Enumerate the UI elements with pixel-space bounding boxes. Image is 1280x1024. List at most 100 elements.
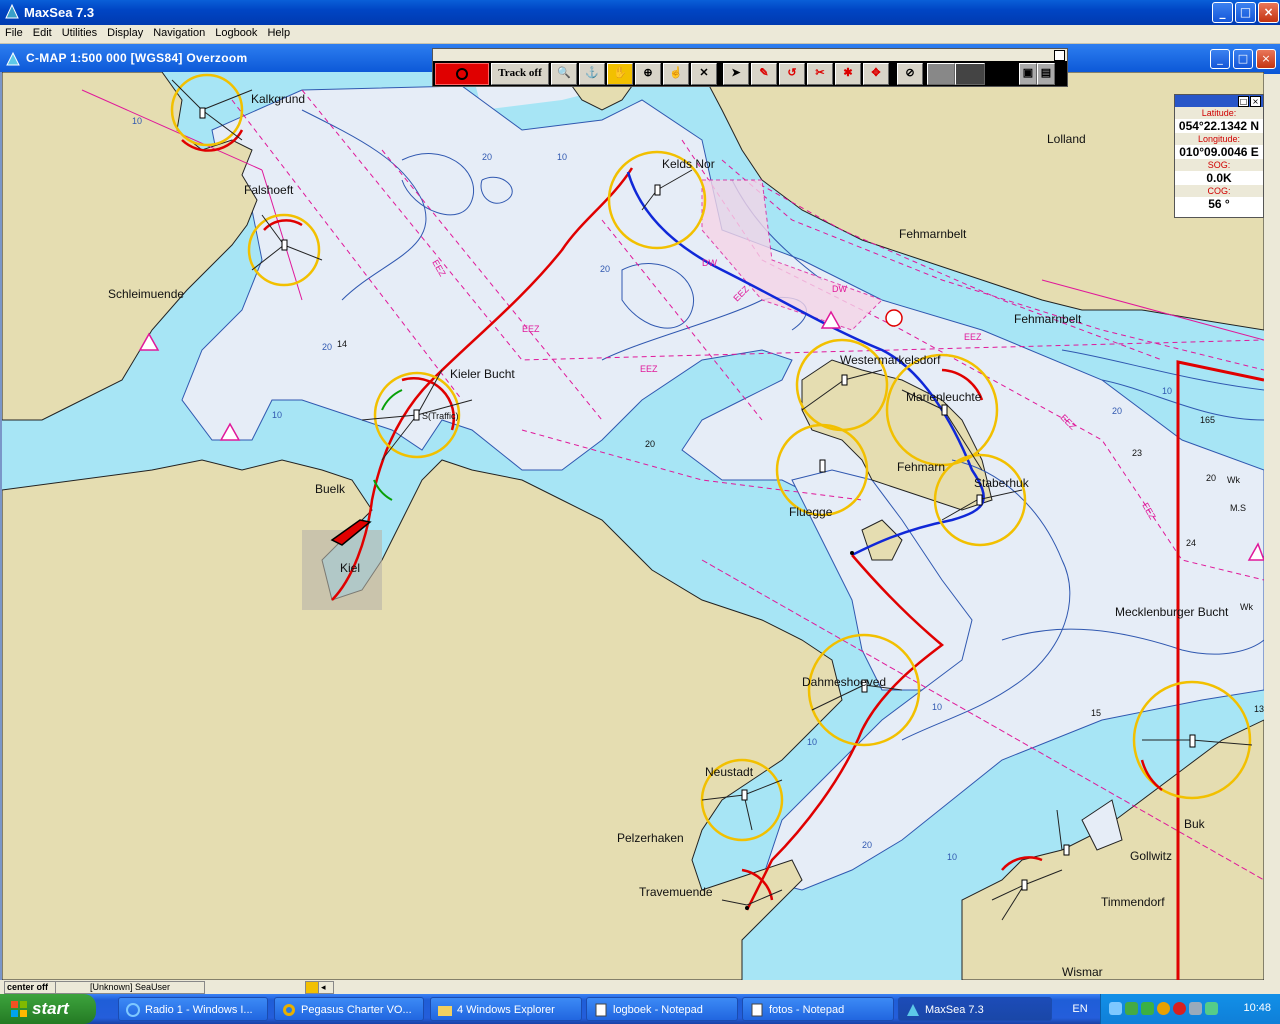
nautical-chart[interactable]: 10 20 10 20 10 20 10 20 10 10 20 10 EEZ EEZ EEZ E…	[0, 72, 1264, 980]
minimize-button[interactable]: _	[1212, 2, 1233, 23]
gps-close-icon[interactable]: ×	[1250, 96, 1261, 107]
label-schleimuende: Schleimuende	[108, 287, 185, 301]
circle-icon[interactable]: ⊘	[897, 63, 923, 85]
folder-icon	[438, 1006, 452, 1016]
depth-165: 165	[1200, 415, 1216, 425]
avast-icon[interactable]	[1157, 1002, 1170, 1015]
start-button[interactable]: start	[0, 994, 96, 1024]
status-bar: center off [Unknown] SeaUser ◂	[0, 980, 1280, 994]
pencil-icon[interactable]: ✎	[751, 63, 777, 85]
task-pegasus-label: Pegasus Charter VO...	[301, 1004, 412, 1016]
signal-icon[interactable]	[1125, 1002, 1138, 1015]
menu-display[interactable]: Display	[102, 25, 148, 39]
task-explorer-label: 4 Windows Explorer	[457, 1004, 555, 1016]
chart-maximize-button[interactable]: □	[1233, 49, 1253, 69]
hand-point-icon[interactable]: ☝	[663, 63, 689, 85]
toolbar-close-icon[interactable]	[1054, 50, 1065, 61]
pan-hand-icon[interactable]: ✋	[607, 63, 633, 85]
track-toggle-button[interactable]: Track off	[491, 63, 549, 85]
update-icon[interactable]	[1189, 1002, 1202, 1015]
notepad-icon	[595, 1003, 607, 1017]
chart-close-button[interactable]: ×	[1256, 49, 1276, 69]
label-mecklenburger-bucht: Mecklenburger Bucht	[1115, 605, 1229, 619]
svg-text:EEZ: EEZ	[964, 332, 982, 342]
clock: 10:48	[1243, 1002, 1271, 1014]
ie-icon	[126, 1003, 140, 1017]
menu-logbook[interactable]: Logbook	[210, 25, 262, 39]
svg-text:20: 20	[862, 840, 872, 850]
center-icon[interactable]: ⊕	[635, 63, 661, 85]
user-status: [Unknown] SeaUser	[55, 981, 205, 994]
move-icon[interactable]: ✥	[863, 63, 889, 85]
scissors-icon[interactable]: ✂	[807, 63, 833, 85]
windows-flag-icon	[11, 1001, 27, 1017]
svg-text:10: 10	[1162, 386, 1172, 396]
undo-icon[interactable]: ↺	[779, 63, 805, 85]
svg-text:10: 10	[947, 852, 957, 862]
chart-toolbar: Track off 🔍 ⚓ ✋ ⊕ ☝ ✕ ➤ ✎ ↺ ✂ ✱ ✥ ⊘ ▣ ▤	[432, 48, 1068, 87]
antivirus-icon[interactable]	[1173, 1002, 1186, 1015]
depth-20b: 20	[1206, 473, 1217, 483]
task-pegasus[interactable]: Pegasus Charter VO...	[274, 997, 424, 1021]
compass-icon[interactable]: ⚓	[579, 63, 605, 85]
latitude-label: Latitude:	[1175, 107, 1263, 119]
task-radio[interactable]: Radio 1 - Windows I...	[118, 997, 268, 1021]
menu-file[interactable]: File	[0, 25, 28, 39]
depth-20: 20	[645, 439, 656, 449]
status-scroll-left-icon[interactable]: ◂	[318, 981, 334, 994]
chart-minimize-button[interactable]: _	[1210, 49, 1230, 69]
center-mode-status[interactable]: center off	[4, 981, 56, 994]
maxsea-app-icon	[5, 4, 19, 19]
task-maxsea-label: MaxSea 7.3	[925, 1004, 984, 1016]
monitor-icon[interactable]: ▣	[1019, 63, 1037, 85]
menu-navigation[interactable]: Navigation	[148, 25, 210, 39]
sog-value: 0.0K	[1206, 171, 1232, 185]
lock-icon[interactable]: ▤	[1037, 63, 1055, 85]
zoom-icon[interactable]: 🔍	[551, 63, 577, 85]
svg-text:DW: DW	[832, 284, 847, 294]
label-falshoeft: Falshoeft	[244, 183, 294, 197]
network-icon[interactable]	[1109, 1002, 1122, 1015]
system-tray: 10:48	[1100, 994, 1280, 1024]
label-kelds-nor: Kelds Nor	[662, 157, 715, 171]
task-fotos-label: fotos - Notepad	[769, 1004, 845, 1016]
record-button[interactable]	[435, 63, 489, 85]
cursor-icon[interactable]: ➤	[723, 63, 749, 85]
menu-utilities[interactable]: Utilities	[57, 25, 102, 39]
close-button[interactable]: ×	[1258, 2, 1279, 23]
svg-text:10: 10	[807, 737, 817, 747]
menu-edit[interactable]: Edit	[28, 25, 57, 39]
label-pelzerhaken: Pelzerhaken	[617, 831, 684, 845]
longitude-value: 010°09.0046 E	[1179, 145, 1259, 159]
task-radio-label: Radio 1 - Windows I...	[145, 1004, 253, 1016]
svg-text:20: 20	[600, 264, 610, 274]
menu-help[interactable]: Help	[262, 25, 295, 39]
svg-text:20: 20	[1112, 406, 1122, 416]
svg-text:EEZ: EEZ	[640, 364, 658, 374]
task-maxsea[interactable]: MaxSea 7.3	[898, 997, 1052, 1021]
chrome-icon	[283, 1004, 295, 1016]
gps-panel-header: □ ×	[1175, 95, 1263, 107]
depth-13: 13	[1254, 704, 1264, 714]
menu-bar: File Edit Utilities Display Navigation Logboo…	[0, 25, 1280, 44]
language-indicator[interactable]: EN	[1062, 994, 1098, 1024]
mark-icon[interactable]: ✱	[835, 63, 861, 85]
maximize-button[interactable]: □	[1235, 2, 1256, 23]
range-icon[interactable]: ✕	[691, 63, 717, 85]
cog-value: 56 °	[1208, 197, 1230, 211]
task-fotos[interactable]: fotos - Notepad	[742, 997, 894, 1021]
task-explorer[interactable]: 4 Windows Explorer	[430, 997, 582, 1021]
longitude-label: Longitude:	[1175, 133, 1263, 145]
pattern-icon[interactable]	[955, 63, 985, 85]
label-staberhuk: Staberhuk	[974, 476, 1029, 490]
sog-label: SOG:	[1175, 159, 1263, 171]
label-westermarkelsdorf: Westermarkelsdorf	[840, 353, 941, 367]
shade-icon[interactable]	[927, 63, 955, 85]
security-icon[interactable]	[1141, 1002, 1154, 1015]
svg-text:DW: DW	[702, 258, 717, 268]
task-logboek[interactable]: logboek - Notepad	[586, 997, 738, 1021]
gps-restore-icon[interactable]: □	[1238, 96, 1249, 107]
record-icon	[456, 68, 468, 80]
safely-remove-icon[interactable]	[1205, 1002, 1218, 1015]
label-fehmarnbelt-2: Fehmarnbelt	[1014, 312, 1082, 326]
